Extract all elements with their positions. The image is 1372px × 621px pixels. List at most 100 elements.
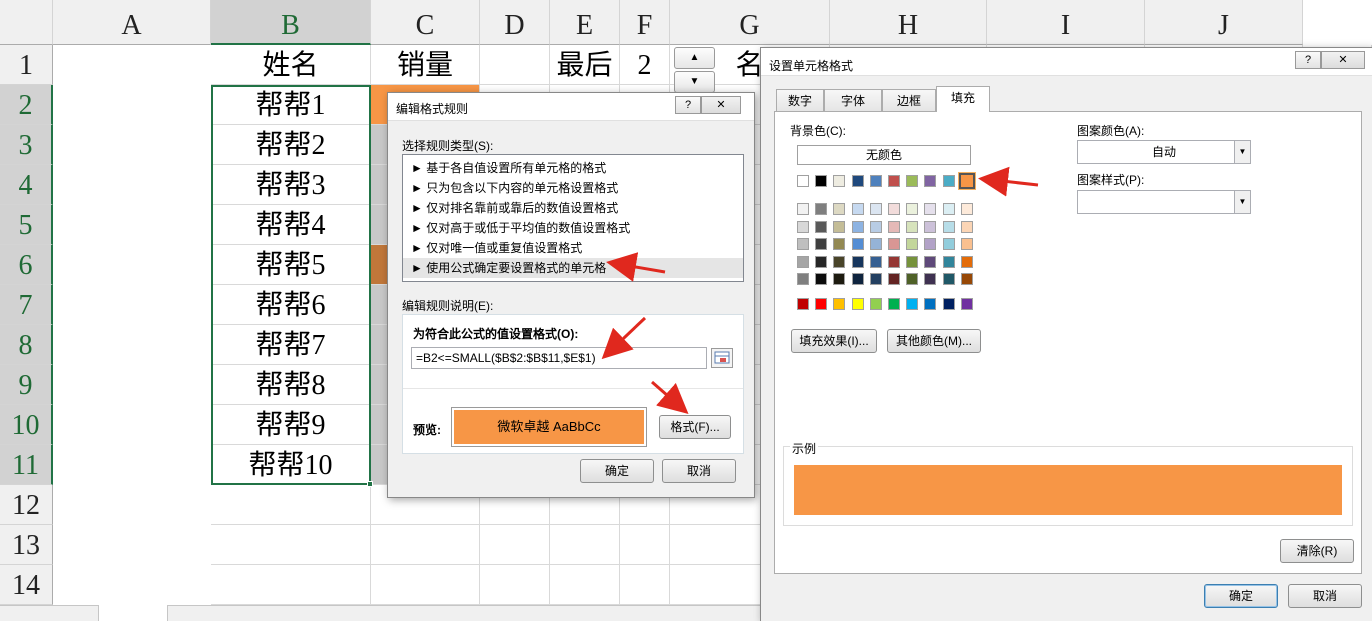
tint-color-swatch[interactable] [942,273,955,285]
standard-color-swatch[interactable] [942,298,955,310]
tint-color-swatch[interactable] [833,203,846,215]
tint-color-swatch[interactable] [851,273,864,285]
spin-down-button[interactable]: ▼ [674,71,715,93]
tint-color-swatch[interactable] [797,203,809,215]
tint-color-swatch[interactable] [906,255,919,268]
tint-color-swatch[interactable] [815,203,828,215]
tint-color-swatch[interactable] [888,238,900,250]
name-cell[interactable]: 帮帮1 [211,85,371,125]
fill-handle[interactable] [367,481,373,487]
tint-color-swatch[interactable] [924,273,937,285]
cancel-button[interactable]: 取消 [662,459,736,483]
rule-type-item[interactable]: ► 只为包含以下内容的单元格设置格式 [403,178,743,198]
row-header-8[interactable]: 8 [0,325,53,365]
name-cell[interactable]: 帮帮3 [211,165,371,205]
cell[interactable] [480,45,550,85]
tint-color-swatch[interactable] [869,203,882,215]
rule-type-item[interactable]: ► 仅对高于或低于平均值的数值设置格式 [403,218,743,238]
tint-color-swatch[interactable] [888,255,900,268]
tint-color-swatch[interactable] [924,203,937,215]
cell[interactable] [371,525,480,565]
tint-color-swatch[interactable] [960,255,973,268]
cell[interactable] [480,525,550,565]
select-all-corner[interactable] [0,0,53,45]
name-cell[interactable]: 帮帮5 [211,245,371,285]
standard-color-swatch[interactable] [815,298,828,310]
row-header-13[interactable]: 13 [0,525,53,565]
tint-color-swatch[interactable] [924,255,937,268]
standard-color-swatch[interactable] [888,298,900,310]
tint-color-swatch[interactable] [906,220,919,233]
tint-color-swatch[interactable] [869,238,882,250]
clear-button[interactable]: 清除(R) [1280,539,1354,563]
rule-type-list[interactable]: ► 基于各自值设置所有单元格的格式 ► 只为包含以下内容的单元格设置格式 ► 仅对排… [402,154,744,282]
rule-type-item[interactable]: ► 基于各自值设置所有单元格的格式 [403,158,743,178]
row-header-6[interactable]: 6 [0,245,53,285]
tint-color-swatch[interactable] [851,255,864,268]
header-cell-b1[interactable]: 销量 [371,45,480,85]
standard-color-swatch[interactable] [960,298,973,310]
tint-color-swatch[interactable] [851,238,864,250]
tint-color-swatch[interactable] [869,273,882,285]
tint-color-swatch[interactable] [906,238,919,250]
tint-color-swatch[interactable] [888,273,900,285]
tint-color-swatch[interactable] [815,273,828,285]
tint-color-swatch[interactable] [960,220,973,233]
theme-color-swatch[interactable] [797,175,809,187]
theme-color-swatch[interactable] [888,175,900,187]
theme-color-swatch[interactable] [924,175,937,187]
pattern-color-select[interactable]: 自动 ▼ [1077,140,1251,164]
tint-color-swatch[interactable] [960,203,973,215]
tint-color-swatch[interactable] [815,255,828,268]
help-button[interactable]: ? [675,96,701,114]
theme-color-swatch[interactable] [815,175,828,187]
spin-up-button[interactable]: ▲ [674,47,715,69]
tab-fill[interactable]: 填充 [936,86,990,112]
tint-color-swatch[interactable] [942,203,955,215]
cell[interactable] [211,565,371,605]
tint-color-swatch[interactable] [942,238,955,250]
tint-color-swatch[interactable] [833,273,846,285]
name-cell[interactable]: 帮帮6 [211,285,371,325]
close-button[interactable]: ✕ [1321,51,1365,69]
cell[interactable] [550,525,620,565]
fill-effects-button[interactable]: 填充效果(I)... [791,329,877,353]
name-cell[interactable]: 帮帮7 [211,325,371,365]
name-cell[interactable]: 帮帮9 [211,405,371,445]
range-picker-icon[interactable] [711,348,733,368]
theme-color-swatch[interactable] [869,175,882,187]
column-header-h[interactable]: H [830,0,987,45]
cell[interactable] [480,565,550,605]
row-header-11[interactable]: 11 [0,445,53,485]
row-header-2[interactable]: 2 [0,85,53,125]
help-button[interactable]: ? [1295,51,1321,69]
pattern-style-select[interactable]: ▼ [1077,190,1251,214]
cell[interactable] [211,525,371,565]
tab-font[interactable]: 字体 [824,89,882,111]
row-header-5[interactable]: 5 [0,205,53,245]
column-header-b[interactable]: B [211,0,371,45]
tint-color-swatch[interactable] [797,255,809,268]
tint-color-swatch[interactable] [960,273,973,285]
standard-color-swatch[interactable] [797,298,809,310]
cell[interactable] [550,565,620,605]
close-button[interactable]: ✕ [701,96,741,114]
tint-color-swatch[interactable] [924,220,937,233]
tint-color-swatch[interactable] [815,220,828,233]
theme-color-swatch[interactable] [906,175,919,187]
theme-color-swatch[interactable] [851,175,864,187]
tint-color-swatch[interactable] [942,255,955,268]
standard-color-swatch[interactable] [924,298,937,310]
column-header-i[interactable]: I [987,0,1145,45]
tab-number[interactable]: 数字 [776,89,824,111]
tint-color-swatch[interactable] [906,203,919,215]
tint-color-swatch[interactable] [851,220,864,233]
cell[interactable] [371,565,480,605]
row-header-10[interactable]: 10 [0,405,53,445]
tint-color-swatch[interactable] [797,238,809,250]
name-cell[interactable]: 帮帮10 [211,445,371,485]
standard-color-swatch[interactable] [906,298,919,310]
no-color-button[interactable]: 无颜色 [797,145,971,165]
tint-color-swatch[interactable] [906,273,919,285]
tint-color-swatch[interactable] [888,220,900,233]
